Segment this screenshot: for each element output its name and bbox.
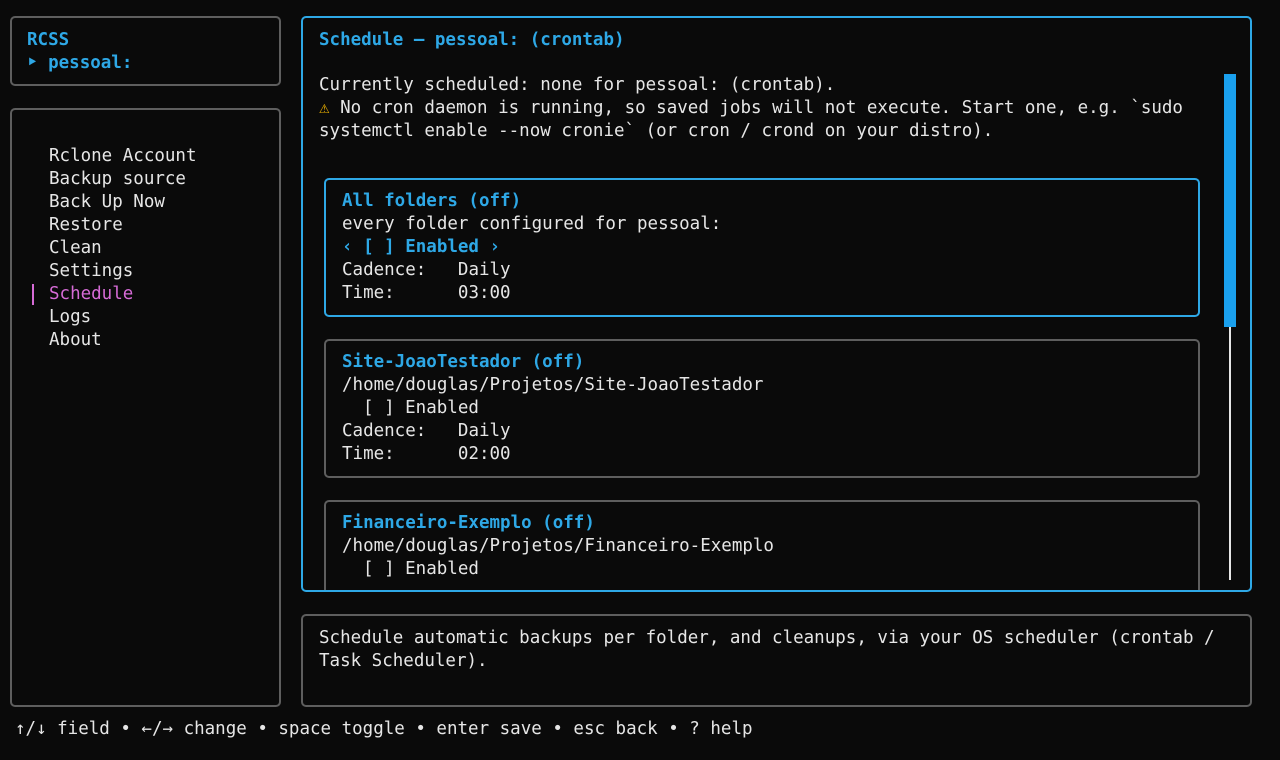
schedule-card-all-folders[interactable]: All folders (off) every folder configure… bbox=[324, 178, 1200, 317]
menu-item-logs[interactable]: Logs bbox=[12, 306, 279, 329]
menu-item-backup-source[interactable]: Backup source bbox=[12, 168, 279, 191]
schedule-card-financeiro-exemplo[interactable]: Financeiro-Exemplo (off) /home/douglas/P… bbox=[324, 500, 1200, 590]
menu-item-back-up-now[interactable]: Back Up Now bbox=[12, 191, 279, 214]
cadence-label: Cadence: bbox=[342, 421, 427, 441]
profile-label: pessoal: bbox=[48, 53, 133, 73]
card-title: Site-JoaoTestador (off) bbox=[342, 352, 585, 372]
help-text-1: Schedule automatic backups per folder, a… bbox=[319, 628, 1215, 648]
menu-item-about[interactable]: About bbox=[12, 329, 279, 352]
warning-icon: ⚠ bbox=[319, 98, 330, 118]
profile-selector[interactable]: ‣ pessoal: bbox=[27, 52, 279, 75]
cadence-label: Cadence: bbox=[342, 260, 427, 280]
help-panel: Schedule automatic backups per folder, a… bbox=[301, 614, 1252, 707]
time-row[interactable]: Time: 03:00 bbox=[342, 282, 1198, 305]
app-name: RCSS bbox=[27, 30, 70, 50]
keybinding-hints: ↑/↓ field • ←/→ change • space toggle • … bbox=[15, 719, 753, 739]
cadence-value[interactable]: Daily bbox=[458, 421, 511, 441]
cadence-row[interactable]: Cadence: Daily bbox=[342, 420, 1198, 443]
menu-item-settings[interactable]: Settings bbox=[12, 260, 279, 283]
time-label: Time: bbox=[342, 283, 395, 303]
card-title: Financeiro-Exemplo (off) bbox=[342, 513, 595, 533]
enabled-toggle[interactable]: ‹ [ ] Enabled › bbox=[342, 236, 1198, 259]
card-path: /home/douglas/Projetos/Site-JoaoTestador bbox=[342, 375, 764, 395]
schedule-status: Currently scheduled: none for pessoal: (… bbox=[319, 75, 836, 95]
card-path: /home/douglas/Projetos/Financeiro-Exempl… bbox=[342, 536, 774, 556]
cron-warning: ⚠ No cron daemon is running, so saved jo… bbox=[319, 97, 1250, 120]
card-title: All folders (off) bbox=[342, 191, 522, 211]
enabled-toggle[interactable]: [ ] Enabled bbox=[342, 558, 1198, 581]
panel-title: Schedule — pessoal: (crontab) bbox=[319, 30, 625, 50]
cadence-row[interactable]: Cadence: Daily bbox=[342, 259, 1198, 282]
time-value[interactable]: 02:00 bbox=[458, 444, 511, 464]
time-row[interactable]: Time: 02:00 bbox=[342, 443, 1198, 466]
warning-text-1: No cron daemon is running, so saved jobs… bbox=[340, 98, 1183, 118]
time-label: Time: bbox=[342, 444, 395, 464]
enabled-toggle[interactable]: [ ] Enabled bbox=[342, 397, 1198, 420]
schedule-panel: Schedule — pessoal: (crontab) Currently … bbox=[301, 16, 1252, 592]
cadence-value[interactable]: Daily bbox=[458, 260, 511, 280]
menu-item-restore[interactable]: Restore bbox=[12, 214, 279, 237]
sidebar-menu: Rclone Account Backup source Back Up Now… bbox=[10, 108, 281, 707]
profile-marker-icon: ‣ bbox=[27, 53, 38, 73]
menu-item-clean[interactable]: Clean bbox=[12, 237, 279, 260]
menu-item-rclone-account[interactable]: Rclone Account bbox=[12, 145, 279, 168]
schedule-card-site-joaotestador[interactable]: Site-JoaoTestador (off) /home/douglas/Pr… bbox=[324, 339, 1200, 478]
header-panel: RCSS ‣ pessoal: bbox=[10, 16, 281, 86]
help-text-2: Task Scheduler). bbox=[319, 651, 488, 671]
time-value[interactable]: 03:00 bbox=[458, 283, 511, 303]
warning-text-2: systemctl enable --now cronie` (or cron … bbox=[319, 121, 994, 141]
card-subtitle: every folder configured for pessoal: bbox=[342, 214, 722, 234]
menu-item-schedule[interactable]: Schedule bbox=[12, 283, 279, 306]
scrollbar-thumb[interactable] bbox=[1224, 74, 1236, 327]
